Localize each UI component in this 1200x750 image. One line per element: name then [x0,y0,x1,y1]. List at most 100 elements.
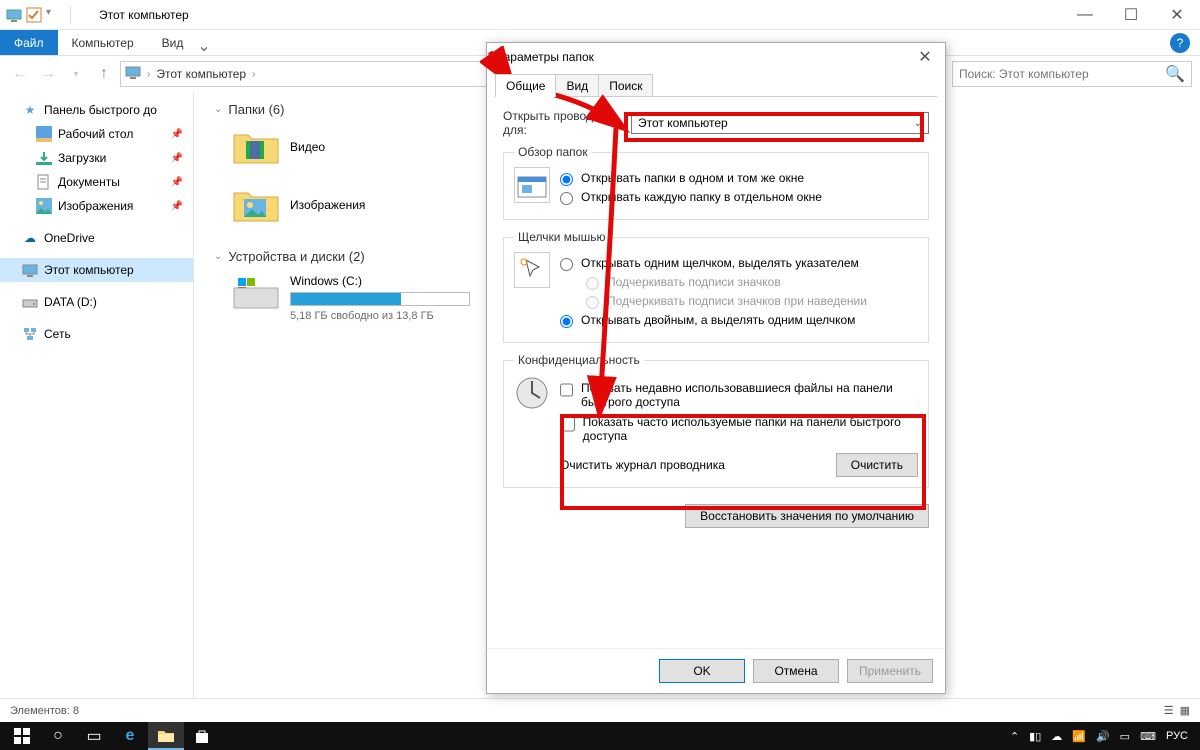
search-input[interactable] [959,67,1165,81]
downloads-icon [36,150,52,166]
clear-button[interactable]: Очистить [836,453,918,477]
network-icon [22,326,38,342]
dialog-close-button[interactable]: ✕ [913,47,937,67]
dialog-title-text: Параметры папок [495,50,594,64]
tiles-view-icon[interactable]: ▦ [1180,704,1190,717]
tray-chevron-icon[interactable]: ⌃ [1010,730,1019,743]
tab-search[interactable]: Поиск [598,74,653,97]
chevron-down-icon: ⌄ [914,118,922,129]
apply-button[interactable]: Применить [847,659,933,683]
checkbox-icon[interactable] [26,7,42,23]
titlebar: ▾ Этот компьютер — ☐ ✕ [0,0,1200,30]
label: Рабочий стол [58,127,133,141]
explorer-taskbar-button[interactable] [148,722,184,750]
breadcrumb-item[interactable]: Этот компьютер [156,67,246,81]
restore-defaults-button[interactable]: Восстановить значения по умолчанию [685,504,929,528]
radio-single-click[interactable]: Открывать одним щелчком, выделять указат… [560,256,918,271]
checkbox-label: Показать недавно использовавшиеся файлы … [581,381,918,409]
up-button[interactable]: ↑ [92,62,116,86]
dropdown-icon[interactable]: ▾ [46,7,62,23]
close-button[interactable]: ✕ [1154,0,1200,30]
radio-input[interactable] [560,173,573,186]
wifi-icon[interactable]: 📶 [1072,730,1086,743]
window-controls: — ☐ ✕ [1062,0,1200,30]
battery-icon[interactable]: ▮▯ [1029,730,1041,743]
volume-icon[interactable]: 🔊 [1096,730,1110,743]
ok-button[interactable]: OK [659,659,745,683]
pc-icon [125,64,141,85]
radio-input[interactable] [560,192,573,205]
checkbox-recent-files[interactable]: Показать недавно использовавшиеся файлы … [560,381,918,409]
radio-label: Открывать двойным, а выделять одним щелч… [581,313,918,327]
pin-icon: 📌 [171,177,183,188]
quick-access-toolbar: ▾ [6,7,62,23]
sidebar-item-pictures[interactable]: Изображения 📌 [0,194,193,218]
history-dropdown[interactable]: ▾ [64,62,88,86]
pin-icon: 📌 [171,153,183,164]
store-button[interactable] [184,722,220,750]
file-tab[interactable]: Файл [0,30,58,55]
help-button[interactable]: ? [1170,33,1190,53]
sidebar-this-pc[interactable]: Этот компьютер [0,258,193,282]
onedrive-tray-icon[interactable]: ☁ [1051,730,1062,743]
action-center-icon[interactable]: ▭ [1120,730,1130,743]
sidebar-onedrive[interactable]: ☁ OneDrive [0,226,193,250]
tab-general[interactable]: Общие [495,74,556,97]
checkbox-input[interactable] [560,416,575,432]
edge-button[interactable]: e [112,722,148,750]
chevron-down-icon: ⌄ [214,104,222,115]
drive-icon [22,294,38,310]
tab-computer[interactable]: Компьютер [58,30,148,55]
drive-free-text: 5,18 ГБ свободно из 13,8 ГБ [290,310,470,322]
label: Загрузки [58,151,106,165]
drive-usage-bar [290,292,470,306]
sidebar-network[interactable]: Сеть [0,322,193,346]
pc-icon [6,7,22,23]
language-indicator[interactable]: РУС [1166,730,1188,742]
cancel-button[interactable]: Отмена [753,659,839,683]
sidebar-item-downloads[interactable]: Загрузки 📌 [0,146,193,170]
sidebar-item-desktop[interactable]: Рабочий стол 📌 [0,122,193,146]
drive-icon [232,274,280,314]
radio-input[interactable] [560,315,573,328]
dialog-titlebar[interactable]: Параметры папок ✕ [487,43,945,71]
start-button[interactable] [4,722,40,750]
forward-button[interactable]: → [36,62,60,86]
chevron-right-icon[interactable]: › [252,69,255,80]
folder-options-dialog: Параметры папок ✕ Общие Вид Поиск Открыт… [486,42,946,694]
radio-double-click[interactable]: Открывать двойным, а выделять одним щелч… [560,313,918,328]
dialog-tabs: Общие Вид Поиск [487,71,945,96]
search-box[interactable]: 🔍 [952,61,1192,87]
radio-new-window[interactable]: Открывать каждую папку в отдельном окне [560,190,918,205]
checkbox-frequent-folders[interactable]: Показать часто используемые папки на пан… [560,415,918,443]
open-explorer-dropdown[interactable]: Этот компьютер ⌄ [631,112,929,134]
dialog-body: Открыть проводник для: Этот компьютер ⌄ … [495,96,937,656]
back-button[interactable]: ← [8,62,32,86]
details-view-icon[interactable]: ☰ [1164,704,1174,717]
label: Сеть [44,327,71,341]
ribbon-collapse-icon[interactable]: ⌄ [197,36,210,55]
search-taskbar-button[interactable]: ○ [40,722,76,750]
documents-icon [36,174,52,190]
dialog-footer: OK Отмена Применить [487,648,945,693]
sidebar-data-drive[interactable]: DATA (D:) [0,290,193,314]
sidebar-quick-access[interactable]: ★ Панель быстрого до [0,98,193,122]
tab-view[interactable]: Вид [148,30,198,55]
clear-history-label: Очистить журнал проводника [560,458,725,472]
label: Этот компьютер [44,263,134,277]
sidebar-item-documents[interactable]: Документы 📌 [0,170,193,194]
radio-same-window[interactable]: Открывать папки в одном и том же окне [560,171,918,186]
search-icon[interactable]: 🔍 [1165,64,1185,84]
radio-input[interactable] [560,258,573,271]
tab-view[interactable]: Вид [555,74,599,97]
minimize-button[interactable]: — [1062,0,1108,30]
chevron-right-icon[interactable]: › [147,69,150,80]
keyboard-icon[interactable]: ⌨ [1140,730,1156,743]
checkbox-input[interactable] [560,382,573,398]
pin-icon: 📌 [171,201,183,212]
maximize-button[interactable]: ☐ [1108,0,1154,30]
label: DATA (D:) [44,295,97,309]
taskview-button[interactable]: ▭ [76,722,112,750]
radio-label: Подчеркивать подписи значков при наведен… [607,294,918,308]
privacy-group: Конфиденциальность Показать недавно испо… [503,353,929,488]
